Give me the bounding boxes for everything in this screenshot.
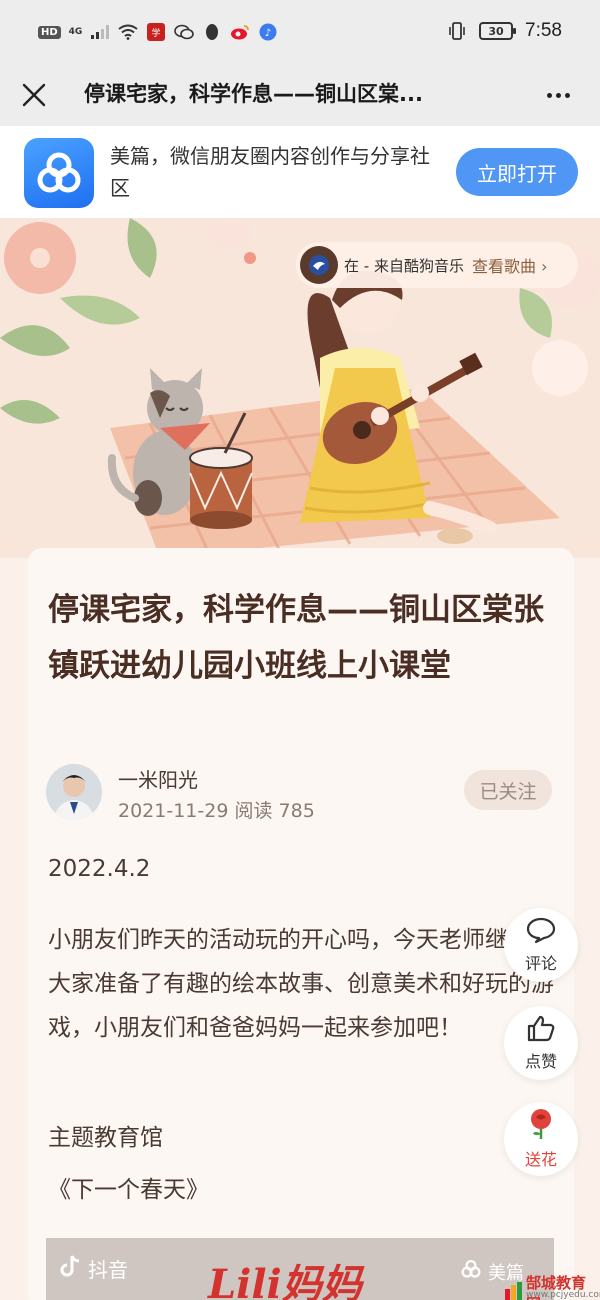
music-track-name: 在 - 来自酷狗音乐: [344, 256, 464, 275]
paragraph-book-title: 《下一个春天》: [48, 1177, 209, 1203]
follow-button[interactable]: 已关注: [464, 770, 552, 810]
chevron-right-icon: ›: [541, 257, 548, 276]
like-button[interactable]: 点赞: [504, 1006, 578, 1080]
author-avatar[interactable]: [46, 764, 102, 820]
open-app-button[interactable]: 立即打开: [456, 148, 578, 196]
site-watermark: 郜城教育网 www.pcjyedu.com: [504, 1272, 600, 1300]
close-icon[interactable]: [14, 75, 54, 115]
status-bar: HD 4G 学 ♪ 30 7:58: [0, 0, 600, 64]
music-bird-icon: [300, 246, 338, 284]
view-song-link[interactable]: 查看歌曲 ›: [472, 253, 548, 277]
wifi-icon: [118, 22, 138, 42]
comment-button[interactable]: 评论: [504, 908, 578, 982]
thumbs-up-icon: [526, 1014, 556, 1046]
comment-icon: [526, 916, 556, 948]
author-name[interactable]: 一米阳光: [118, 764, 198, 793]
douyin-watermark: 抖音: [60, 1254, 128, 1283]
nav-title: 停课宅家，科学作息——铜山区棠...: [84, 82, 423, 106]
rose-icon: [527, 1108, 555, 1144]
battery-icon: 30: [479, 22, 517, 40]
paragraph-subheading: 主题教育馆: [48, 1125, 163, 1151]
chat-bubble-icon: [174, 22, 195, 42]
paragraph-date: 2022.4.2: [48, 856, 151, 882]
article-title: 停课宅家，科学作息——铜山区棠张镇跃进幼儿园小班线上小课堂: [48, 592, 544, 684]
publish-date: 2021-11-29: [118, 800, 229, 822]
svg-text:♪: ♪: [265, 28, 271, 39]
douyin-icon: [60, 1254, 82, 1283]
more-dots-icon[interactable]: [538, 75, 578, 115]
music-player-pill[interactable]: 在 - 来自酷狗音乐 查看歌曲 ›: [296, 242, 578, 288]
meipian-logo-icon: [24, 138, 94, 208]
video-title-script: Lili妈妈: [208, 1261, 362, 1300]
site-logo-icon: [504, 1281, 524, 1300]
hd-badge: HD: [38, 25, 61, 39]
send-flower-label: 送花: [524, 1150, 557, 1169]
comment-label: 评论: [524, 954, 557, 973]
signal-icon: [90, 22, 110, 42]
app-promo-banner: 美篇，微信朋友圈内容创作与分享社区 立即打开: [0, 126, 600, 218]
view-song-label: 查看歌曲: [472, 257, 537, 276]
app-notification-icon: 学: [146, 22, 166, 42]
reads-label: 阅读: [234, 800, 273, 822]
meipian-small-icon: [460, 1258, 482, 1285]
weibo-icon: [230, 22, 250, 42]
article-meta: 2021-11-29 阅读 785: [118, 796, 315, 823]
video-preview[interactable]: 抖音 Lili妈妈 美篇: [46, 1238, 554, 1300]
status-time: 7:58: [525, 20, 562, 41]
reads-count: 785: [278, 800, 315, 822]
music-app-icon: ♪: [258, 22, 278, 42]
like-label: 点赞: [524, 1052, 557, 1071]
nav-bar: 停课宅家，科学作息——铜山区棠...: [0, 64, 600, 126]
qq-penguin-icon: [202, 22, 222, 42]
paragraph-body: 小朋友们昨天的活动玩的开心吗，今天老师继续为大家准备了有趣的绘本故事、创意美术和…: [48, 927, 554, 1041]
douyin-label: 抖音: [88, 1258, 128, 1282]
vibrate-icon: [447, 21, 467, 41]
network-label: 4G: [68, 26, 83, 37]
site-url: www.pcjyedu.com: [526, 1290, 600, 1300]
app-description: 美篇，微信朋友圈内容创作与分享社区: [110, 144, 430, 200]
send-flower-button[interactable]: 送花: [504, 1102, 578, 1176]
svg-text:学: 学: [152, 27, 161, 39]
